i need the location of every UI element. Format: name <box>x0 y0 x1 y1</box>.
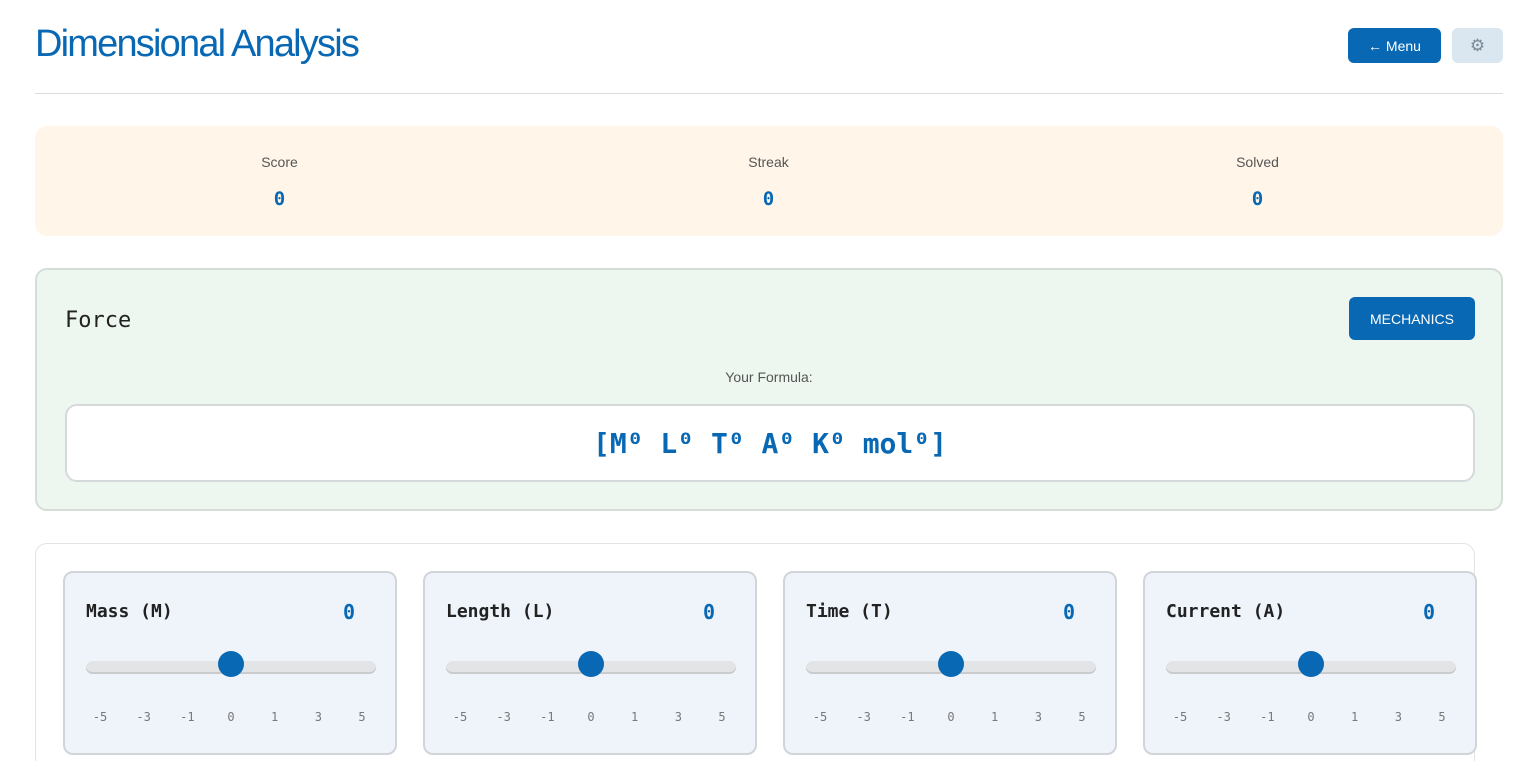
dimension-card-mass: Mass (M) 0 -5 -3 -1 0 1 3 5 <box>63 571 397 755</box>
stat-value: 0 <box>1251 188 1264 210</box>
slider-tick-label: 3 <box>1394 710 1402 724</box>
slider-tick-label: 1 <box>1351 710 1359 724</box>
formula-label: Your Formula: <box>725 369 813 385</box>
exponent-slider-thumb[interactable] <box>1298 651 1324 677</box>
slider-tick-label: -1 <box>540 710 555 724</box>
slider-tick-label: -1 <box>180 710 195 724</box>
slider-tick-label: 3 <box>314 710 322 724</box>
settings-button[interactable]: ⚙ <box>1452 28 1503 63</box>
stat-streak: Streak 0 <box>524 126 1013 236</box>
slider-tick-label: 5 <box>1438 710 1446 724</box>
slider-tick-label: -3 <box>856 710 871 724</box>
slider-tick-label: -1 <box>900 710 915 724</box>
slider-tick-label: 5 <box>358 710 366 724</box>
slider-tick-label: -3 <box>1216 710 1231 724</box>
slider-tick-label: -5 <box>452 710 468 724</box>
menu-button[interactable]: ← Menu <box>1348 28 1441 63</box>
slider-tick-label: 0 <box>1307 710 1315 724</box>
dimension-name: Length (L) <box>446 601 555 622</box>
dimension-card-time: Time (T) 0 -5 -3 -1 0 1 3 5 <box>783 571 1117 755</box>
slider-tick-label: 5 <box>718 710 726 724</box>
slider-tick-label: 0 <box>587 710 595 724</box>
category-badge[interactable]: MECHANICS <box>1349 297 1475 340</box>
stat-label: Streak <box>748 154 789 170</box>
dimension-value: 0 <box>702 600 715 624</box>
stat-label: Solved <box>1236 154 1279 170</box>
stat-score: Score 0 <box>35 126 524 236</box>
stat-solved: Solved 0 <box>1013 126 1502 236</box>
slider-tick-label: 1 <box>271 710 279 724</box>
problem-card: Force MECHANICS Your Formula: [M⁰ L⁰ T⁰ … <box>35 268 1503 511</box>
slider-tick-label: -3 <box>136 710 151 724</box>
dimension-value: 0 <box>342 600 355 624</box>
slider-tick-label: -5 <box>92 710 108 724</box>
page-title: Dimensional Analysis <box>35 23 360 65</box>
slider-tick-label: -1 <box>1260 710 1275 724</box>
dimension-value: 0 <box>1062 600 1075 624</box>
dimension-name: Time (T) <box>806 601 893 622</box>
slider-tick-label: 5 <box>1078 710 1086 724</box>
stat-value: 0 <box>273 188 286 210</box>
header: Dimensional Analysis ← Menu ⚙ <box>35 0 1503 94</box>
slider-tick-label: 1 <box>991 710 999 724</box>
exponent-slider-thumb[interactable] <box>578 651 604 677</box>
slider-tick-label: 3 <box>1034 710 1042 724</box>
dimension-sliders-panel: Mass (M) 0 -5 -3 -1 0 1 3 5 Length (L) 0 -5 -3 -… <box>35 543 1477 761</box>
stat-value: 0 <box>762 188 775 210</box>
quantity-name: Force <box>65 308 132 333</box>
exponent-slider-thumb[interactable] <box>218 651 244 677</box>
slider-tick-label: 1 <box>631 710 639 724</box>
stat-label: Score <box>261 154 298 170</box>
gear-icon: ⚙ <box>1469 35 1486 55</box>
stats-panel: Score 0 Streak 0 Solved 0 <box>35 126 1503 236</box>
slider-tick-label: -5 <box>1172 710 1188 724</box>
slider-tick-label: -3 <box>496 710 511 724</box>
formula-display: [M⁰ L⁰ T⁰ A⁰ K⁰ mol⁰] <box>65 404 1475 482</box>
dimension-card-current: Current (A) 0 -5 -3 -1 0 1 3 5 <box>1143 571 1477 755</box>
slider-tick-label: 0 <box>947 710 955 724</box>
slider-tick-label: 0 <box>227 710 235 724</box>
dimension-name: Current (A) <box>1166 601 1286 622</box>
slider-tick-label: 3 <box>674 710 682 724</box>
dimension-name: Mass (M) <box>86 601 173 622</box>
dimension-card-length: Length (L) 0 -5 -3 -1 0 1 3 5 <box>423 571 757 755</box>
dimension-value: 0 <box>1422 600 1435 624</box>
slider-tick-label: -5 <box>812 710 828 724</box>
exponent-slider-thumb[interactable] <box>938 651 964 677</box>
